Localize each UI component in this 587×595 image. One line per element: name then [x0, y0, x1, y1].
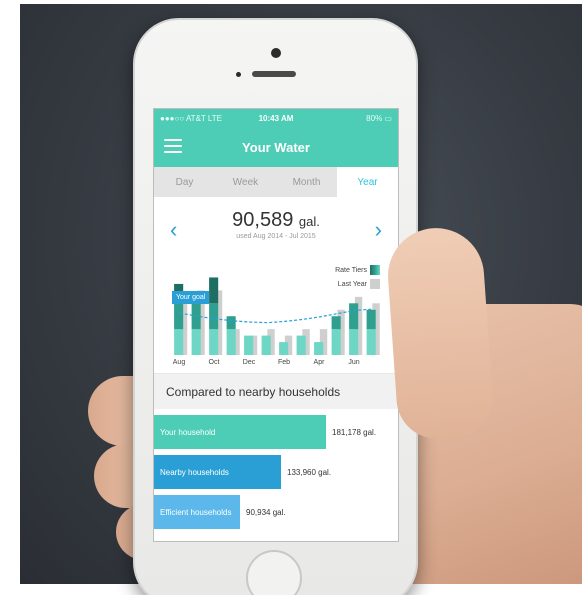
- compare-bar: Nearby households: [154, 455, 281, 489]
- bar-tier1-Jul: [366, 329, 376, 355]
- usage-total-unit: gal.: [298, 214, 320, 229]
- chevron-right-icon[interactable]: ›: [375, 219, 382, 241]
- tab-year[interactable]: Year: [337, 167, 398, 197]
- x-tick-label-apr: Apr: [313, 359, 325, 366]
- thumb: [384, 224, 496, 442]
- legend-rate-tiers-label: Rate Tiers: [335, 266, 367, 274]
- chevron-left-icon[interactable]: ‹: [170, 219, 177, 241]
- legend-last-year-label: Last Year: [337, 280, 367, 288]
- usage-total: 90,589 gal.: [154, 197, 398, 232]
- tab-month[interactable]: Month: [276, 167, 337, 197]
- bar-tier2-Jun: [349, 303, 359, 330]
- legend-last-year-swatch: [370, 279, 380, 289]
- legend-last-year: Last Year: [335, 279, 380, 289]
- usage-summary: ‹ 90,589 gal. used Aug 2014 - Jul 2015 ›: [154, 197, 398, 263]
- bar-tier1-Nov: [226, 329, 236, 355]
- legend-rate-tiers: Rate Tiers: [335, 265, 380, 275]
- bar-tier1-Apr: [314, 342, 324, 355]
- bar-tier1-Jun: [349, 329, 359, 355]
- bar-tier1-May: [331, 329, 341, 355]
- carrier-label: ●●●○○ AT&T LTE: [160, 113, 222, 123]
- bar-tier1-Jan: [261, 335, 271, 355]
- compare-bar: Your household: [154, 415, 326, 449]
- chart-legend: Rate Tiers Last Year: [335, 265, 380, 293]
- x-tick-label-jun: Jun: [348, 359, 360, 366]
- bar-tier2-Nov: [226, 316, 236, 330]
- bar-tier1-Mar: [296, 335, 306, 355]
- compare-row-efficient[interactable]: Efficient households 90,934 gal.: [154, 495, 398, 529]
- compare-title: Compared to nearby households: [154, 373, 398, 409]
- status-time: 10:43 AM: [258, 113, 294, 123]
- app-header: ●●●○○ AT&T LTE 10:43 AM 80% ▭ Your Water: [154, 109, 398, 167]
- proximity-sensor: [236, 72, 241, 77]
- bar-tier3-Oct: [209, 277, 219, 304]
- tab-day[interactable]: Day: [154, 167, 215, 197]
- tab-week[interactable]: Week: [215, 167, 276, 197]
- x-tick-label-aug: Aug: [172, 359, 186, 366]
- compare-list: Your household 181,178 gal. Nearby house…: [154, 409, 398, 529]
- status-bar: ●●●○○ AT&T LTE 10:43 AM 80% ▭: [154, 109, 398, 127]
- compare-value: 90,934 gal.: [246, 507, 286, 517]
- bar-tier2-Oct: [209, 303, 219, 330]
- title-row: Your Water: [154, 127, 398, 167]
- bar-tier1-Feb: [279, 342, 289, 355]
- front-camera: [271, 48, 281, 58]
- usage-period: used Aug 2014 - Jul 2015: [236, 233, 316, 240]
- compare-row-nearby[interactable]: Nearby households 133,960 gal.: [154, 455, 398, 489]
- bar-tier1-Sep: [191, 329, 201, 355]
- compare-value: 181,178 gal.: [332, 427, 377, 437]
- compare-row-household[interactable]: Your household 181,178 gal.: [154, 415, 398, 449]
- battery-icon: ▭: [384, 113, 392, 123]
- bar-tier2-Jul: [366, 309, 376, 330]
- page-title: Your Water: [242, 139, 310, 155]
- bar-tier1-Dec: [244, 335, 254, 355]
- goal-tag: Your goal: [172, 291, 210, 304]
- x-tick-label-dec: Dec: [242, 359, 256, 366]
- hamburger-menu-icon[interactable]: [164, 139, 182, 153]
- compare-bar: Efficient households: [154, 495, 240, 529]
- compare-value: 133,960 gal.: [287, 467, 332, 477]
- x-tick-label-oct: Oct: [208, 359, 220, 366]
- app-screen: ●●●○○ AT&T LTE 10:43 AM 80% ▭ Your Water…: [153, 108, 399, 542]
- x-tick-label-feb: Feb: [277, 359, 291, 366]
- bar-tier2-Aug: [174, 303, 184, 330]
- usage-total-value: 90,589: [232, 209, 294, 231]
- bar-tier1-Oct: [209, 329, 219, 355]
- usage-chart: Your goal Rate Tiers Last Year Aug Oct Dec…: [154, 263, 398, 373]
- earpiece-speaker: [252, 71, 296, 77]
- battery-status: 80% ▭: [315, 114, 392, 123]
- x-axis-labels: Aug Oct Dec Feb Apr Jun: [154, 359, 398, 371]
- period-tabs: Day Week Month Year: [154, 167, 398, 197]
- battery-label: 80%: [366, 113, 383, 123]
- bar-tier2-May: [331, 316, 341, 330]
- legend-rate-tiers-swatch: [370, 265, 380, 275]
- bar-tier1-Aug: [174, 329, 184, 355]
